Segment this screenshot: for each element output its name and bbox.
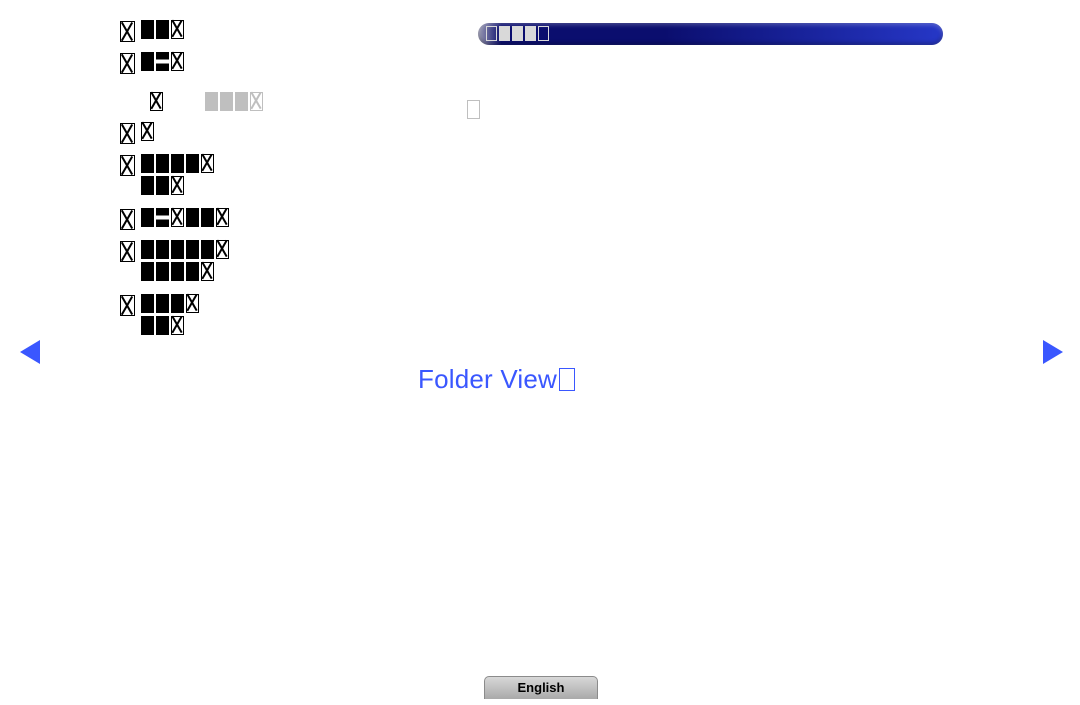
nav-item[interactable] [120, 154, 400, 198]
bullet-icon [120, 21, 135, 42]
nav-item-glyphs [141, 208, 231, 230]
nav-item[interactable] [120, 122, 400, 144]
next-page-arrow[interactable] [1043, 340, 1063, 364]
nav-sub-item-glyphs [205, 92, 265, 114]
nav-item[interactable] [120, 20, 400, 42]
nav-sub-item[interactable] [150, 92, 400, 114]
bullet-icon [120, 155, 135, 176]
bullet-icon [120, 53, 135, 74]
language-button-label: English [518, 680, 565, 695]
bullet-icon [120, 209, 135, 230]
folder-view-trail-icon [559, 368, 575, 391]
sub-item-value-marker [467, 100, 480, 119]
nav-item-glyphs [141, 52, 186, 74]
language-button[interactable]: English [484, 676, 598, 699]
nav-item-glyphs [141, 240, 231, 284]
nav-item-glyphs [141, 294, 201, 338]
left-nav [120, 20, 400, 348]
nav-item-glyphs [141, 122, 156, 144]
bullet-icon [120, 295, 135, 316]
bullet-icon [120, 123, 135, 144]
bullet-icon [120, 241, 135, 262]
nav-item-glyphs [141, 154, 216, 198]
folder-view-text: Folder View [418, 364, 557, 394]
header-gradient-bar [478, 23, 943, 45]
bullet-icon [150, 92, 163, 111]
nav-item[interactable] [120, 208, 400, 230]
prev-page-arrow[interactable] [20, 340, 40, 364]
nav-item[interactable] [120, 294, 400, 338]
nav-item[interactable] [120, 52, 400, 74]
folder-view-label: Folder View [418, 364, 575, 395]
header-bar-glyphs [486, 26, 551, 44]
nav-item[interactable] [120, 240, 400, 284]
nav-item-glyphs [141, 20, 186, 42]
